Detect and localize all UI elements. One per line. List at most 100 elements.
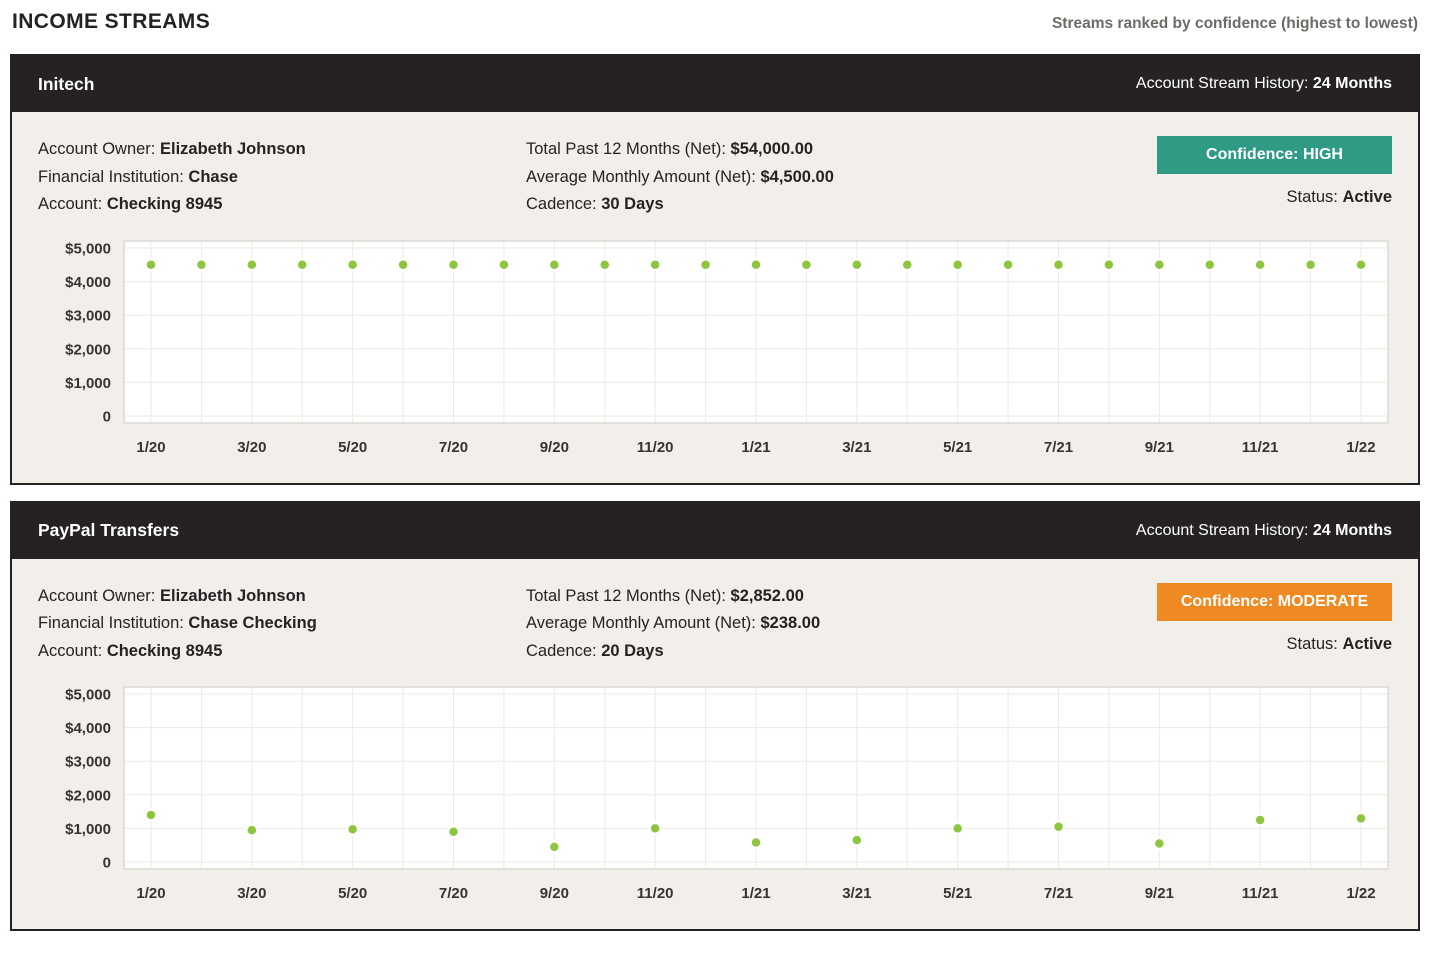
account-owner-line: Account Owner: Elizabeth Johnson xyxy=(38,583,526,611)
data-point xyxy=(650,823,661,834)
x-tick-label: 7/20 xyxy=(439,885,468,902)
confidence-status-column: Confidence: HIGH Status: Active xyxy=(1130,136,1392,207)
average-monthly-amount-line: Average Monthly Amount (Net): $4,500.00 xyxy=(526,164,1130,192)
account-owner-label: Account Owner: xyxy=(38,587,155,605)
data-point xyxy=(146,259,157,270)
data-point xyxy=(851,259,862,270)
x-tick-label: 9/21 xyxy=(1145,439,1174,456)
x-tick-label: 1/22 xyxy=(1346,885,1375,902)
income-streams-page: INCOME STREAMS Streams ranked by confide… xyxy=(0,0,1430,957)
y-tick-label: $3,000 xyxy=(65,307,111,324)
x-tick-label: 11/20 xyxy=(637,439,674,456)
y-tick-label: 0 xyxy=(103,408,111,425)
stream-history: Account Stream History: 24 Months xyxy=(1136,75,1392,93)
confidence-badge: Confidence: HIGH xyxy=(1157,136,1392,174)
total-past-12-months-line: Total Past 12 Months (Net): $2,852.00 xyxy=(526,583,1130,611)
stream-history-label: Account Stream History: xyxy=(1136,522,1309,539)
data-point xyxy=(1204,259,1215,270)
stream-meta-row: Account Owner: Elizabeth Johnson Financi… xyxy=(38,136,1392,219)
stream-card-body: Account Owner: Elizabeth Johnson Financi… xyxy=(12,112,1418,483)
stream-card-header: Initech Account Stream History: 24 Month… xyxy=(12,56,1418,112)
total-past-12-months-line: Total Past 12 Months (Net): $54,000.00 xyxy=(526,136,1130,164)
account-info: Account Owner: Elizabeth Johnson Financi… xyxy=(38,136,526,219)
data-point xyxy=(1003,259,1014,270)
x-tick-label: 1/21 xyxy=(741,439,770,456)
account-value: Checking 8945 xyxy=(107,642,223,660)
page-subtitle: Streams ranked by confidence (highest to… xyxy=(1052,15,1418,34)
y-tick-label: $5,000 xyxy=(65,687,111,704)
status-line: Status: Active xyxy=(1287,188,1393,207)
financial-institution-line: Financial Institution: Chase xyxy=(38,164,526,192)
x-tick-label: 3/21 xyxy=(842,439,871,456)
y-tick-label: $4,000 xyxy=(65,720,111,737)
data-point xyxy=(549,841,560,852)
x-tick-label: 9/20 xyxy=(540,885,569,902)
x-tick-label: 5/21 xyxy=(943,439,972,456)
scatter-plot: $5,000$4,000$3,000$2,000$1,00001/203/205… xyxy=(38,683,1392,913)
y-tick-label: $1,000 xyxy=(65,821,111,838)
data-point xyxy=(297,259,308,270)
data-point xyxy=(902,259,913,270)
account-info: Account Owner: Elizabeth Johnson Financi… xyxy=(38,583,526,666)
average-monthly-amount-value: $238.00 xyxy=(760,614,820,632)
stream-card-paypal-transfers: PayPal Transfers Account Stream History:… xyxy=(10,501,1420,932)
data-point xyxy=(347,824,358,835)
account-owner-value: Elizabeth Johnson xyxy=(160,140,306,158)
account-owner-value: Elizabeth Johnson xyxy=(160,587,306,605)
y-tick-label: $4,000 xyxy=(65,274,111,291)
stream-stats: Total Past 12 Months (Net): $2,852.00 Av… xyxy=(526,583,1130,666)
data-point xyxy=(246,825,257,836)
data-point xyxy=(398,259,409,270)
data-point xyxy=(1053,821,1064,832)
data-point xyxy=(448,259,459,270)
total-past-12-months-label: Total Past 12 Months (Net): xyxy=(526,140,726,158)
data-point xyxy=(650,259,661,270)
stream-card-body: Account Owner: Elizabeth Johnson Financi… xyxy=(12,559,1418,930)
financial-institution-value: Chase xyxy=(188,168,238,186)
x-tick-label: 1/22 xyxy=(1346,439,1375,456)
stream-card-header: PayPal Transfers Account Stream History:… xyxy=(12,503,1418,559)
data-point xyxy=(1255,815,1266,826)
account-line: Account: Checking 8945 xyxy=(38,638,526,666)
x-tick-label: 5/20 xyxy=(338,885,367,902)
stream-card-initech: Initech Account Stream History: 24 Month… xyxy=(10,54,1420,485)
cadence-line: Cadence: 20 Days xyxy=(526,638,1130,666)
stream-chart: $5,000$4,000$3,000$2,000$1,00001/203/205… xyxy=(38,683,1392,913)
confidence-badge: Confidence: MODERATE xyxy=(1157,583,1392,621)
data-point xyxy=(751,259,762,270)
account-label: Account: xyxy=(38,195,102,213)
x-tick-label: 7/21 xyxy=(1044,885,1073,902)
data-point xyxy=(1255,259,1266,270)
account-line: Account: Checking 8945 xyxy=(38,191,526,219)
stream-history: Account Stream History: 24 Months xyxy=(1136,522,1392,540)
data-point xyxy=(196,259,207,270)
x-tick-label: 7/20 xyxy=(439,439,468,456)
total-past-12-months-value: $54,000.00 xyxy=(731,140,814,158)
account-owner-line: Account Owner: Elizabeth Johnson xyxy=(38,136,526,164)
x-tick-label: 11/21 xyxy=(1242,885,1279,902)
x-tick-label: 3/20 xyxy=(237,885,266,902)
data-point xyxy=(246,259,257,270)
status-value: Active xyxy=(1342,635,1392,653)
average-monthly-amount-line: Average Monthly Amount (Net): $238.00 xyxy=(526,610,1130,638)
data-point xyxy=(700,259,711,270)
x-tick-label: 1/20 xyxy=(136,439,165,456)
y-tick-label: $3,000 xyxy=(65,754,111,771)
page-title: INCOME STREAMS xyxy=(12,10,210,34)
data-point xyxy=(498,259,509,270)
stream-history-value: 24 Months xyxy=(1313,75,1392,92)
data-point xyxy=(851,835,862,846)
status-line: Status: Active xyxy=(1287,635,1393,654)
data-point xyxy=(1103,259,1114,270)
page-header: INCOME STREAMS Streams ranked by confide… xyxy=(10,8,1420,34)
financial-institution-value: Chase Checking xyxy=(188,614,316,632)
stream-name: PayPal Transfers xyxy=(38,520,179,541)
data-point xyxy=(146,809,157,820)
x-tick-label: 5/20 xyxy=(338,439,367,456)
data-point xyxy=(448,826,459,837)
data-point xyxy=(1356,813,1367,824)
y-tick-label: $1,000 xyxy=(65,374,111,391)
average-monthly-amount-value: $4,500.00 xyxy=(760,168,833,186)
data-point xyxy=(1305,259,1316,270)
status-value: Active xyxy=(1342,188,1392,206)
